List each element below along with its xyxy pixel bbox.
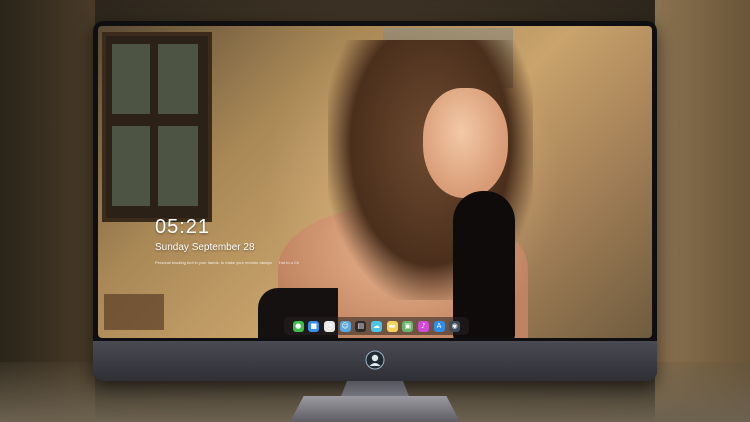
monitor: 05:21 Sunday September 28 Personal track… (93, 21, 657, 381)
lock-tagline-text: Personal tracking tool in your hands, to… (155, 260, 272, 265)
clock-icon[interactable]: ◔ (323, 320, 335, 332)
appstore-icon[interactable]: A (433, 320, 445, 332)
dock: ● ■ ◔ ☺ ▤ ☁ ▬ ▣ ♪ A ◉ (284, 317, 469, 335)
lock-date: Sunday September 28 (155, 242, 255, 253)
brand-logo-icon (365, 350, 385, 370)
wallpaper-block (104, 294, 164, 330)
photos-icon[interactable]: ▣ (402, 320, 414, 332)
lock-tagline-tail: Hot to u Ch (278, 260, 300, 265)
background-right-blur (655, 0, 750, 422)
background-left-blur (0, 0, 95, 422)
wallpaper-subject-glove (453, 191, 515, 338)
weather-icon[interactable]: ☁ (370, 320, 382, 332)
notes-icon[interactable]: ▬ (386, 320, 398, 332)
camera-icon[interactable]: ◉ (449, 320, 461, 332)
monitor-chin (93, 341, 657, 381)
wallpaper-window (102, 32, 212, 222)
lock-tagline: Personal tracking tool in your hands, to… (155, 260, 299, 265)
finder-icon[interactable]: ☺ (339, 320, 351, 332)
files-icon[interactable]: ■ (308, 320, 320, 332)
clapper-icon[interactable]: ▤ (355, 320, 367, 332)
messages-icon[interactable]: ● (292, 320, 304, 332)
wallpaper-subject-face (423, 88, 508, 198)
lock-clock: 05:21 (155, 216, 211, 238)
lock-screen[interactable]: 05:21 Sunday September 28 Personal track… (98, 26, 652, 338)
music-icon[interactable]: ♪ (417, 320, 429, 332)
monitor-stand (290, 396, 460, 422)
